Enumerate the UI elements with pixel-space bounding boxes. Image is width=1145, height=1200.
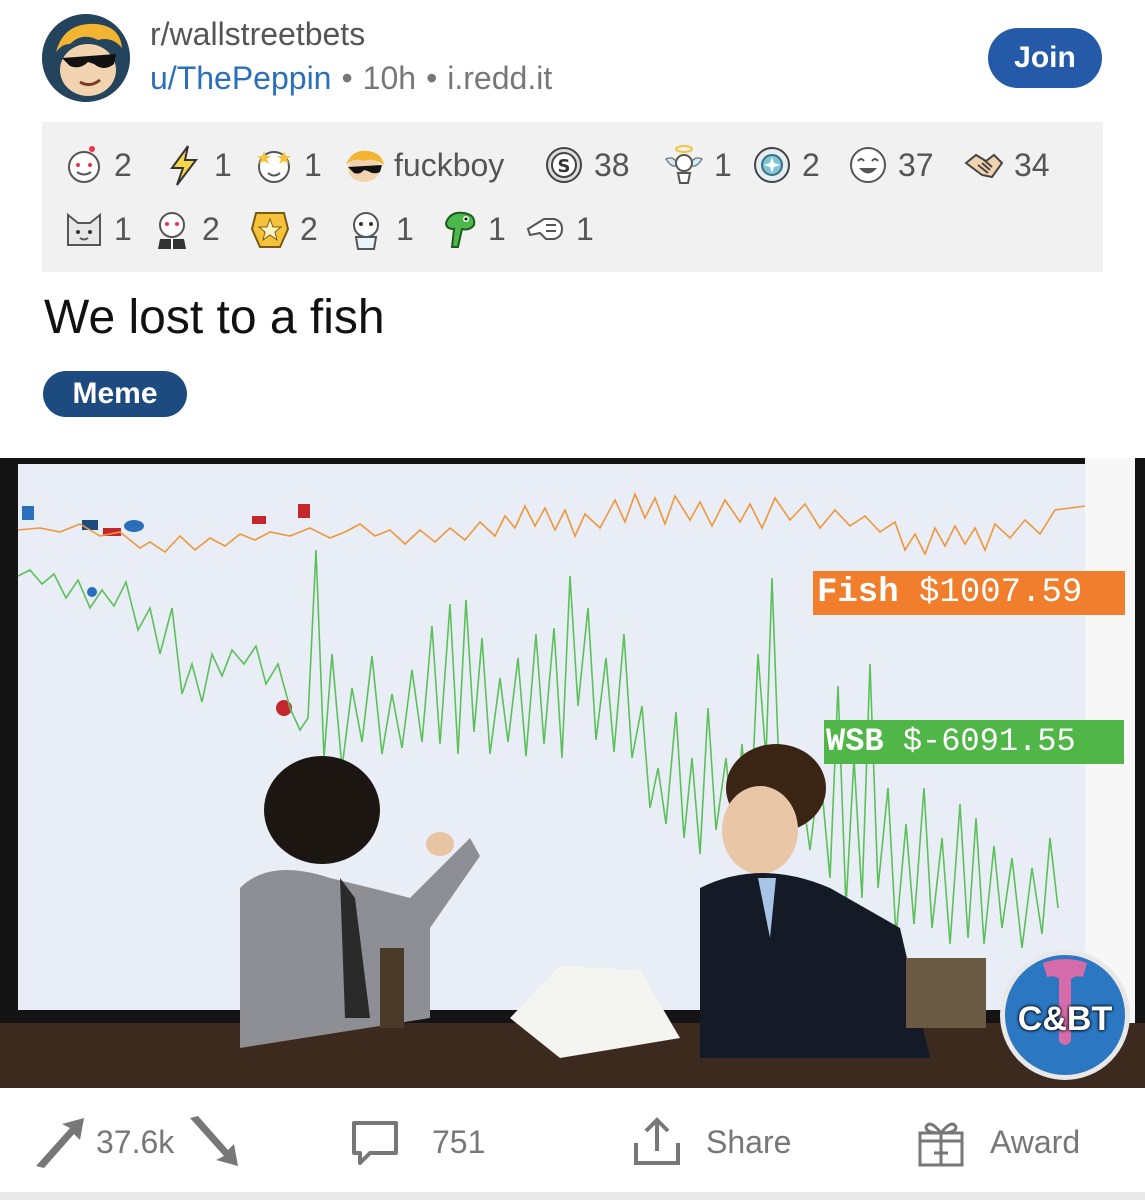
- wsb-price-label: WSB $-6091.55: [824, 720, 1124, 764]
- cbt-logo: C&BT: [1000, 950, 1130, 1080]
- award-item[interactable]: 1: [436, 204, 506, 254]
- post-age: 10h: [362, 60, 417, 96]
- svg-text:S: S: [558, 156, 571, 177]
- fish-value: $1007.59: [919, 574, 1083, 612]
- wsb-mascot-icon: [42, 14, 130, 102]
- pointing-hand-award-icon: [526, 218, 564, 240]
- award-item[interactable]: S 38: [542, 140, 630, 190]
- subreddit-avatar[interactable]: [42, 14, 130, 102]
- award-count: 1: [114, 210, 132, 247]
- comment-count: 751: [432, 1123, 486, 1160]
- award-item[interactable]: 37: [846, 140, 934, 190]
- cat-award-icon: [67, 212, 101, 246]
- silver-coin-award-icon: S: [546, 147, 582, 183]
- award-count: fuckboy: [394, 146, 505, 183]
- award-item[interactable]: 1: [162, 140, 232, 190]
- award-count: 1: [714, 146, 732, 183]
- fish-label: Fish: [817, 574, 899, 612]
- share-icon: [634, 1117, 680, 1165]
- award-count: 2: [802, 146, 820, 183]
- post-image[interactable]: [0, 458, 1145, 1088]
- post-meta: u/ThePeppin • 10h • i.redd.it: [150, 60, 552, 97]
- helpful-award-icon: [353, 212, 379, 250]
- meta-separator: •: [426, 60, 438, 96]
- action-bar: 37.6k 751 Share Award: [0, 1090, 1145, 1200]
- subreddit-name[interactable]: r/wallstreetbets: [150, 16, 365, 53]
- award-item[interactable]: 1: [662, 140, 732, 190]
- award-item[interactable]: 34: [962, 140, 1050, 190]
- award-item[interactable]: 1: [62, 204, 132, 254]
- award-item[interactable]: 1: [252, 140, 322, 190]
- awards-strip[interactable]: 2 1 1 fuckboy S 38 1 2 37 34 1 2 2 1 1 1: [42, 122, 1103, 272]
- snoo-suit-award-icon: [158, 212, 186, 249]
- gift-icon: [918, 1122, 964, 1167]
- starstruck-award-icon: [257, 151, 291, 183]
- award-count: 1: [576, 210, 594, 247]
- meme-image: [0, 458, 1145, 1088]
- award-item[interactable]: 1: [524, 204, 594, 254]
- vote-group: 37.6k: [30, 1112, 244, 1172]
- award-count: 1: [488, 210, 506, 247]
- award-count: 38: [594, 146, 630, 183]
- score: 37.6k: [96, 1123, 175, 1160]
- platinum-award-icon: [754, 147, 790, 183]
- award-item[interactable]: 2: [750, 140, 820, 190]
- award-item[interactable]: 2: [248, 204, 318, 254]
- join-button[interactable]: Join: [988, 28, 1102, 88]
- fish-price-label: Fish $1007.59: [813, 571, 1125, 615]
- bottom-divider: [0, 1192, 1145, 1200]
- wsb-label: WSB: [826, 723, 884, 760]
- award-item[interactable]: 2: [150, 204, 220, 254]
- cbt-logo-text: C&BT: [1017, 1000, 1113, 1038]
- award-item[interactable]: 2: [62, 140, 132, 190]
- award-count: 1: [304, 146, 322, 183]
- award-label: Award: [990, 1123, 1081, 1160]
- award-count: 2: [300, 210, 318, 247]
- award-item[interactable]: 1: [344, 204, 414, 254]
- award-count: 34: [1014, 146, 1050, 183]
- post-domain[interactable]: i.redd.it: [447, 60, 552, 96]
- post-flair[interactable]: Meme: [43, 371, 187, 417]
- award-count: 1: [214, 146, 232, 183]
- gold-award-icon: [250, 212, 290, 248]
- fuckboy-award-icon: [346, 150, 384, 182]
- award-count: 2: [114, 146, 132, 183]
- laughing-award-icon: [850, 147, 886, 183]
- downvote-icon[interactable]: [184, 1112, 244, 1172]
- hand-shake-award-icon: [964, 153, 1004, 179]
- post-header: r/wallstreetbets u/ThePeppin • 10h • i.redd.…: [0, 0, 1145, 120]
- gecko-award-icon: [444, 211, 476, 248]
- angel-award-icon: [665, 145, 703, 184]
- award-count: 37: [898, 146, 934, 183]
- comment-icon: [352, 1121, 398, 1165]
- comments-button[interactable]: 751: [348, 1112, 485, 1172]
- award-button[interactable]: Award: [914, 1112, 1080, 1172]
- award-count: 1: [396, 210, 414, 247]
- post-title[interactable]: We lost to a fish: [44, 290, 385, 345]
- wsb-value: $-6091.55: [902, 723, 1076, 760]
- upvote-icon[interactable]: [30, 1112, 90, 1172]
- award-count: 2: [202, 210, 220, 247]
- share-button[interactable]: Share: [630, 1112, 791, 1172]
- share-label: Share: [706, 1123, 792, 1160]
- award-item[interactable]: fuckboy: [342, 140, 504, 190]
- meta-separator: •: [341, 60, 353, 96]
- wholesome-award-icon: [68, 146, 100, 183]
- lightning-award-icon: [170, 145, 199, 186]
- author-link[interactable]: u/ThePeppin: [150, 60, 331, 96]
